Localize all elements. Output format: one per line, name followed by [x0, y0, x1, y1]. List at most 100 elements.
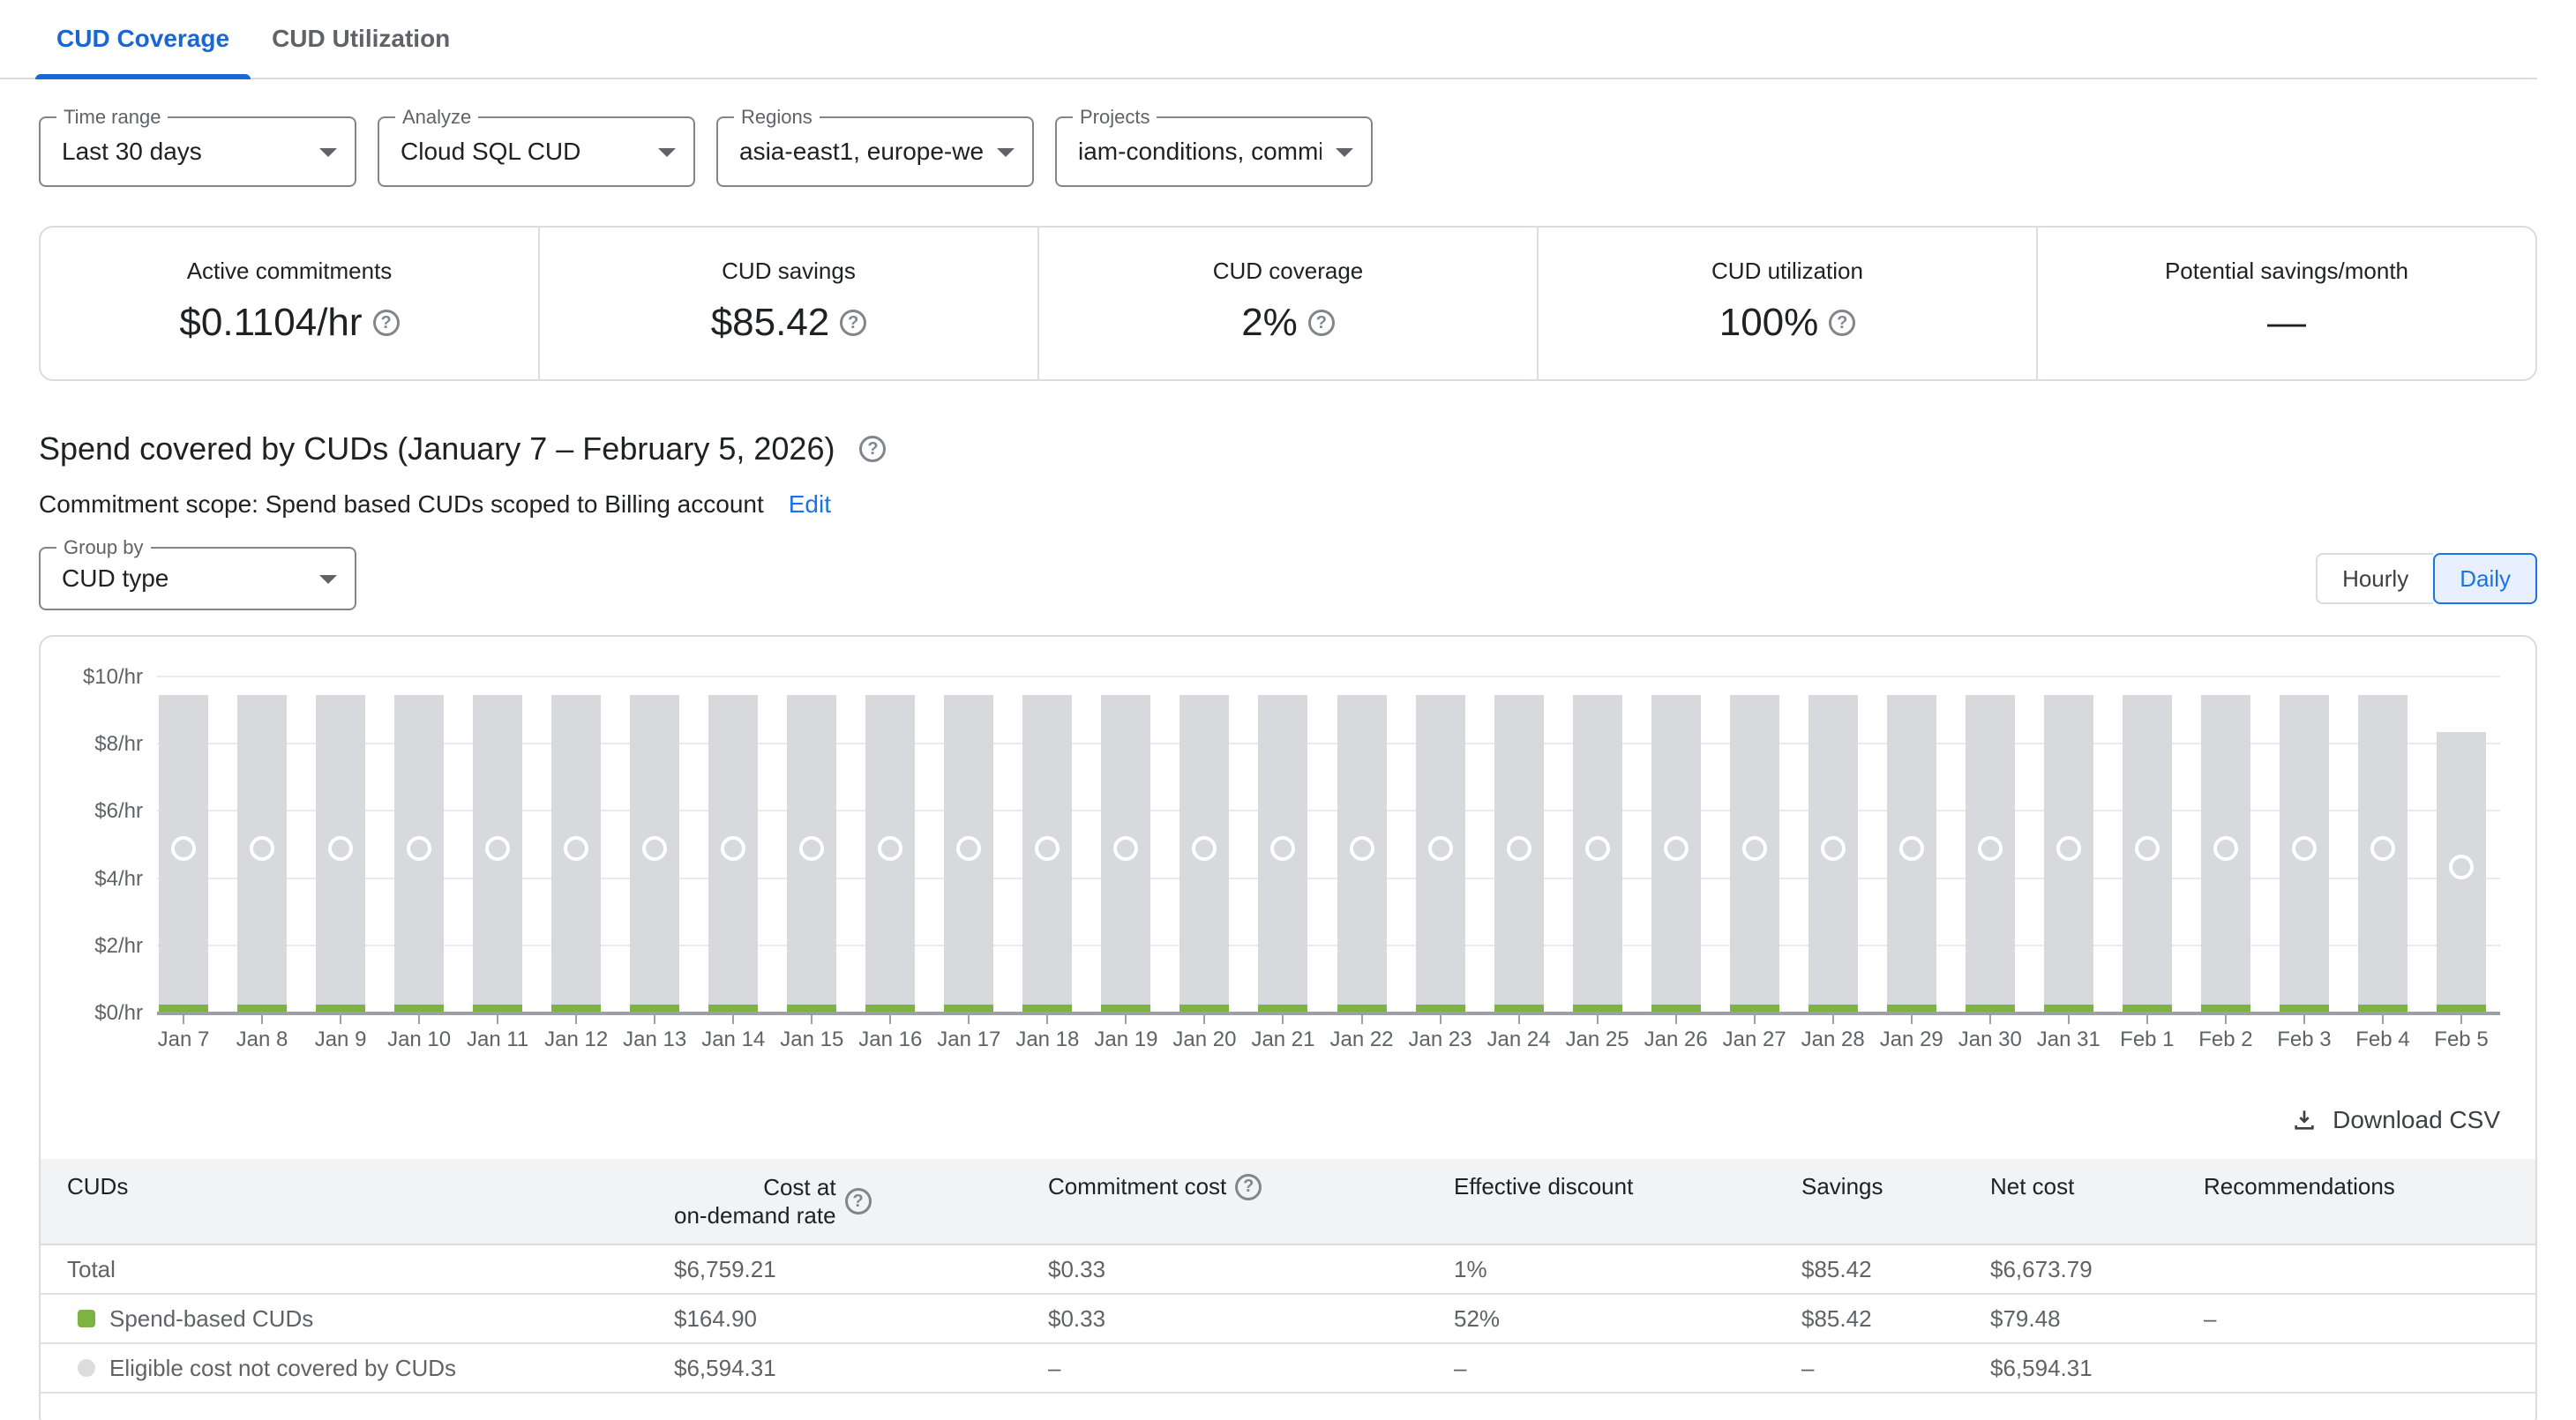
covered-segment [1494, 1005, 1544, 1012]
bar-jan-24[interactable] [1494, 695, 1544, 1012]
bar-jan-8[interactable] [237, 695, 287, 1012]
help-icon[interactable]: ? [1308, 310, 1335, 336]
x-axis-label: Feb 1 [2107, 1028, 2188, 1052]
y-axis-label: $8/hr [76, 732, 143, 757]
help-icon[interactable]: ? [1235, 1174, 1262, 1200]
download-csv-button[interactable]: Download CSV [41, 1106, 2500, 1134]
legend-square-icon [78, 1310, 95, 1327]
filter-analyze[interactable]: AnalyzeCloud SQL CUD [378, 116, 695, 187]
bar-feb-3[interactable] [2280, 695, 2329, 1012]
midpoint-marker-icon [2292, 836, 2317, 861]
bar-feb-2[interactable] [2201, 695, 2250, 1012]
data-cell-value: – [2204, 1305, 2216, 1332]
covered-segment [865, 1005, 915, 1012]
caret-down-icon [1336, 148, 1353, 157]
bar-feb-4[interactable] [2358, 695, 2408, 1012]
midpoint-marker-icon [956, 836, 981, 861]
data-cell: – [2177, 1294, 2537, 1343]
bar-jan-14[interactable] [708, 695, 758, 1012]
filter-time-range[interactable]: Time rangeLast 30 days [39, 116, 356, 187]
bar-jan-28[interactable] [1808, 695, 1858, 1012]
daily-button[interactable]: Daily [2433, 553, 2537, 604]
tab-cud-utilization[interactable]: CUD Utilization [251, 0, 471, 78]
data-cell-value: $6,594.31 [674, 1355, 776, 1381]
x-axis-label: Jan 8 [221, 1028, 303, 1052]
axis-tick [418, 1015, 420, 1024]
bar-jan-19[interactable] [1101, 695, 1150, 1012]
x-axis-label: Jan 28 [1793, 1028, 1874, 1052]
covered-segment [1416, 1005, 1465, 1012]
bar-jan-12[interactable] [551, 695, 601, 1012]
bar-jan-9[interactable] [316, 695, 365, 1012]
midpoint-marker-icon [721, 836, 745, 861]
metrics-card: Active commitments$0.1104/hr?CUD savings… [39, 226, 2537, 381]
axis-tick [1675, 1015, 1677, 1024]
help-icon[interactable]: ? [1829, 310, 1855, 336]
coverage-chart: $0/hr$2/hr$4/hr$6/hr$8/hr$10/hrJan 7Jan … [76, 661, 2500, 1085]
help-icon[interactable]: ? [840, 310, 866, 336]
help-icon[interactable]: ? [859, 436, 886, 462]
column-header-cuds: CUDs [41, 1159, 648, 1244]
column-header-text: Net cost [1990, 1173, 2074, 1200]
tab-cud-coverage[interactable]: CUD Coverage [35, 0, 251, 78]
column-header-content: Effective discount [1454, 1173, 1775, 1200]
bar-jan-15[interactable] [787, 695, 836, 1012]
data-cell-value: $0.33 [1048, 1305, 1105, 1332]
help-icon[interactable]: ? [373, 310, 400, 336]
bar-jan-25[interactable] [1573, 695, 1622, 1012]
help-icon[interactable]: ? [845, 1188, 872, 1214]
bar-jan-7[interactable] [159, 695, 208, 1012]
group-by-select[interactable]: Group by CUD type [39, 547, 356, 610]
group-by-label: Group by [56, 536, 151, 559]
column-header-text: Recommendations [2204, 1173, 2395, 1200]
row-label-content: Eligible cost not covered by CUDs [67, 1355, 648, 1382]
bar-jan-16[interactable] [865, 695, 915, 1012]
column-header-text: Savings [1801, 1173, 1883, 1200]
tab-bar: CUD Coverage CUD Utilization [0, 0, 2537, 79]
metric-potential-savings-month: Potential savings/month— [2036, 228, 2535, 379]
midpoint-marker-icon [1428, 836, 1453, 861]
bar-jan-31[interactable] [2044, 695, 2093, 1012]
column-header-net-cost: Net cost [1964, 1159, 2177, 1244]
caret-down-icon [997, 148, 1015, 157]
bar-jan-13[interactable] [630, 695, 679, 1012]
bar-feb-5[interactable] [2437, 732, 2486, 1012]
data-cell: $85.42 [1775, 1244, 1964, 1294]
chart-controls: Group by CUD type Hourly Daily [39, 547, 2537, 610]
bar-jan-27[interactable] [1730, 695, 1779, 1012]
hourly-button[interactable]: Hourly [2316, 553, 2433, 604]
bar-jan-29[interactable] [1887, 695, 1936, 1012]
covered-segment [159, 1005, 208, 1012]
bar-jan-18[interactable] [1022, 695, 1072, 1012]
covered-segment [2201, 1005, 2250, 1012]
table-row: Spend-based CUDs$164.90$0.3352%$85.42$79… [41, 1294, 2537, 1343]
cud-analysis-page: CUD Coverage CUD Utilization Time rangeL… [0, 0, 2576, 1420]
bar-jan-23[interactable] [1416, 695, 1465, 1012]
bar-jan-22[interactable] [1337, 695, 1387, 1012]
filter-projects[interactable]: Projectsiam-conditions, commit… [1055, 116, 1373, 187]
row-label: Eligible cost not covered by CUDs [109, 1355, 456, 1382]
filter-regions[interactable]: Regionsasia-east1, europe-west… [716, 116, 1034, 187]
x-axis-label: Jan 20 [1164, 1028, 1245, 1052]
data-cell-value: 1% [1454, 1256, 1487, 1282]
x-axis-label: Jan 30 [1950, 1028, 2031, 1052]
cuds-table: CUDsCost aton-demand rate?Commitment cos… [41, 1159, 2537, 1394]
bar-jan-17[interactable] [944, 695, 993, 1012]
midpoint-marker-icon [1664, 836, 1689, 861]
edit-scope-link[interactable]: Edit [789, 490, 831, 519]
column-header-cost-at: Cost aton-demand rate? [648, 1159, 1022, 1244]
x-axis-label: Jan 19 [1085, 1028, 1166, 1052]
bar-feb-1[interactable] [2123, 695, 2172, 1012]
axis-tick [575, 1015, 577, 1024]
bar-jan-20[interactable] [1179, 695, 1229, 1012]
bar-jan-26[interactable] [1651, 695, 1701, 1012]
bar-jan-21[interactable] [1258, 695, 1307, 1012]
midpoint-marker-icon [1821, 836, 1846, 861]
data-cell-value: $6,673.79 [1990, 1256, 2093, 1282]
midpoint-marker-icon [2449, 855, 2474, 879]
bar-jan-11[interactable] [473, 695, 522, 1012]
data-cell: 1% [1427, 1244, 1775, 1294]
bar-jan-30[interactable] [1966, 695, 2015, 1012]
metric-cud-utilization: CUD utilization100%? [1537, 228, 2036, 379]
bar-jan-10[interactable] [394, 695, 444, 1012]
